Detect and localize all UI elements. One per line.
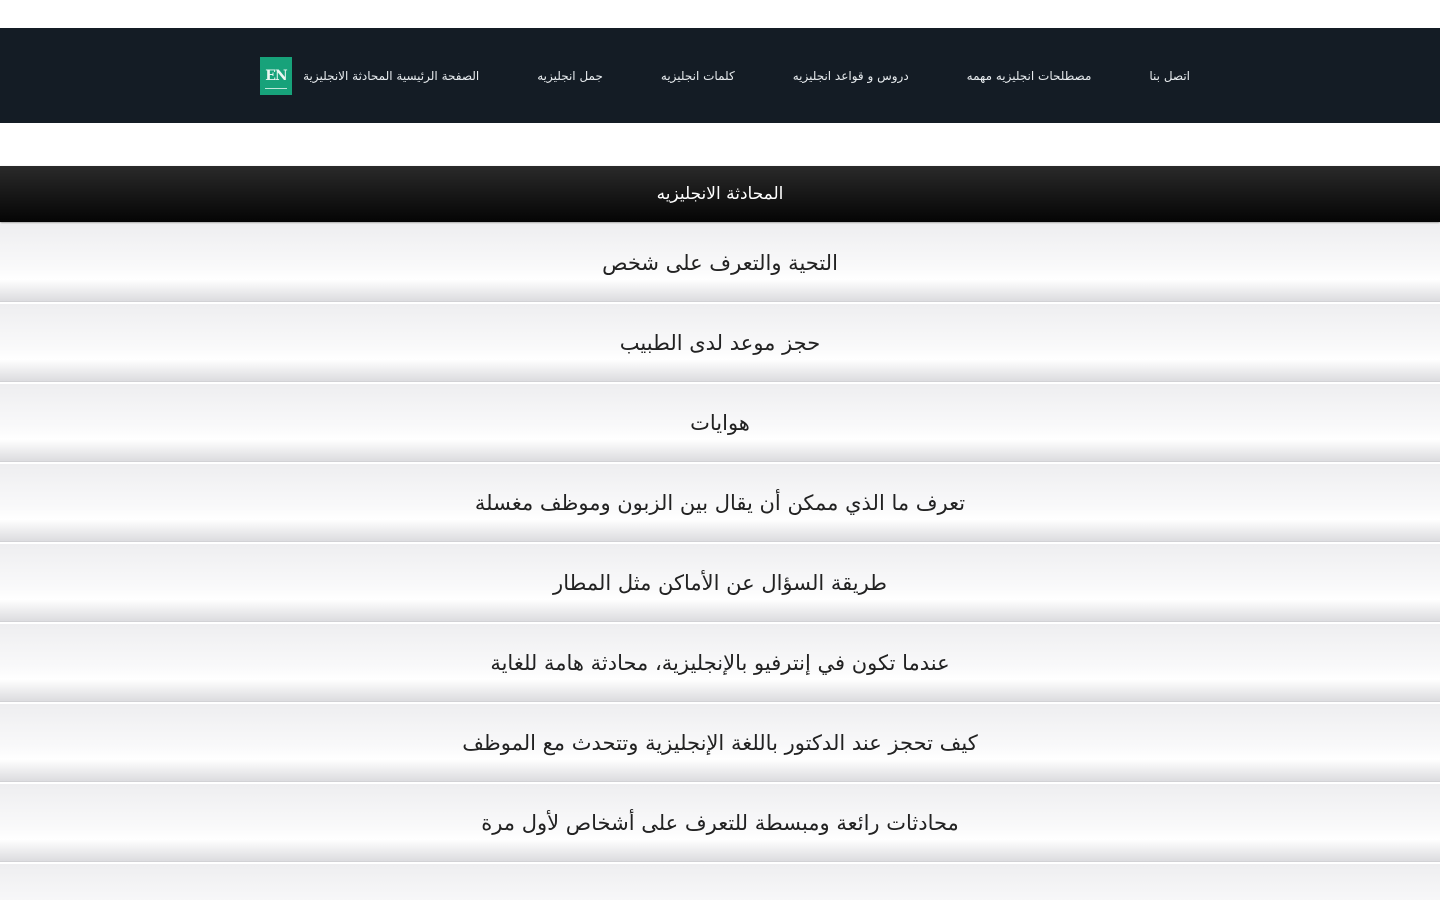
list-item-laundry[interactable]: تعرف ما الذي ممكن أن يقال بين الزبون ومو… [0, 464, 1440, 542]
list-item-interview[interactable]: عندما تكون في إنترفيو بالإنجليزية، محادث… [0, 624, 1440, 702]
list-item-partial[interactable] [0, 864, 1440, 900]
nav-link-contact-us[interactable]: اتصل بنا [1149, 69, 1190, 83]
list-item-greeting[interactable]: التحية والتعرف على شخص [0, 224, 1440, 302]
nav-link-english-sentences[interactable]: جمل انجليزيه [537, 69, 603, 83]
nav-link-lessons-grammar[interactable]: دروس و قواعد انجليزيه [793, 69, 909, 83]
page: EN الصفحة الرئيسية المحادثة الانجليزية ج… [0, 0, 1440, 900]
nav-links: الصفحة الرئيسية المحادثة الانجليزية جمل … [303, 69, 1190, 83]
nav-link-important-terms[interactable]: مصطلحات انجليزيه مهمه [967, 69, 1092, 83]
navbar: EN الصفحة الرئيسية المحادثة الانجليزية ج… [0, 28, 1440, 123]
nav-link-home-conversation[interactable]: الصفحة الرئيسية المحادثة الانجليزية [303, 69, 479, 83]
section-title: المحادثة الانجليزيه [0, 166, 1440, 222]
list-item-meeting-people[interactable]: محادثات رائعة ومبسطة للتعرف على أشخاص لأ… [0, 784, 1440, 862]
nav-inner: EN الصفحة الرئيسية المحادثة الانجليزية ج… [260, 28, 1190, 123]
nav-link-english-words[interactable]: كلمات انجليزيه [661, 69, 735, 83]
conversation-list: التحية والتعرف على شخص حجز موعد لدى الطب… [0, 224, 1440, 900]
list-item-booking-doctor[interactable]: كيف تحجز عند الدكتور باللغة الإنجليزية و… [0, 704, 1440, 782]
site-logo[interactable]: EN [260, 56, 292, 95]
list-item-doctor-appointment[interactable]: حجز موعد لدى الطبيب [0, 304, 1440, 382]
list-item-asking-places[interactable]: طريقة السؤال عن الأماكن مثل المطار [0, 544, 1440, 622]
top-strip [0, 0, 1440, 28]
list-item-hobbies[interactable]: هوايات [0, 384, 1440, 462]
